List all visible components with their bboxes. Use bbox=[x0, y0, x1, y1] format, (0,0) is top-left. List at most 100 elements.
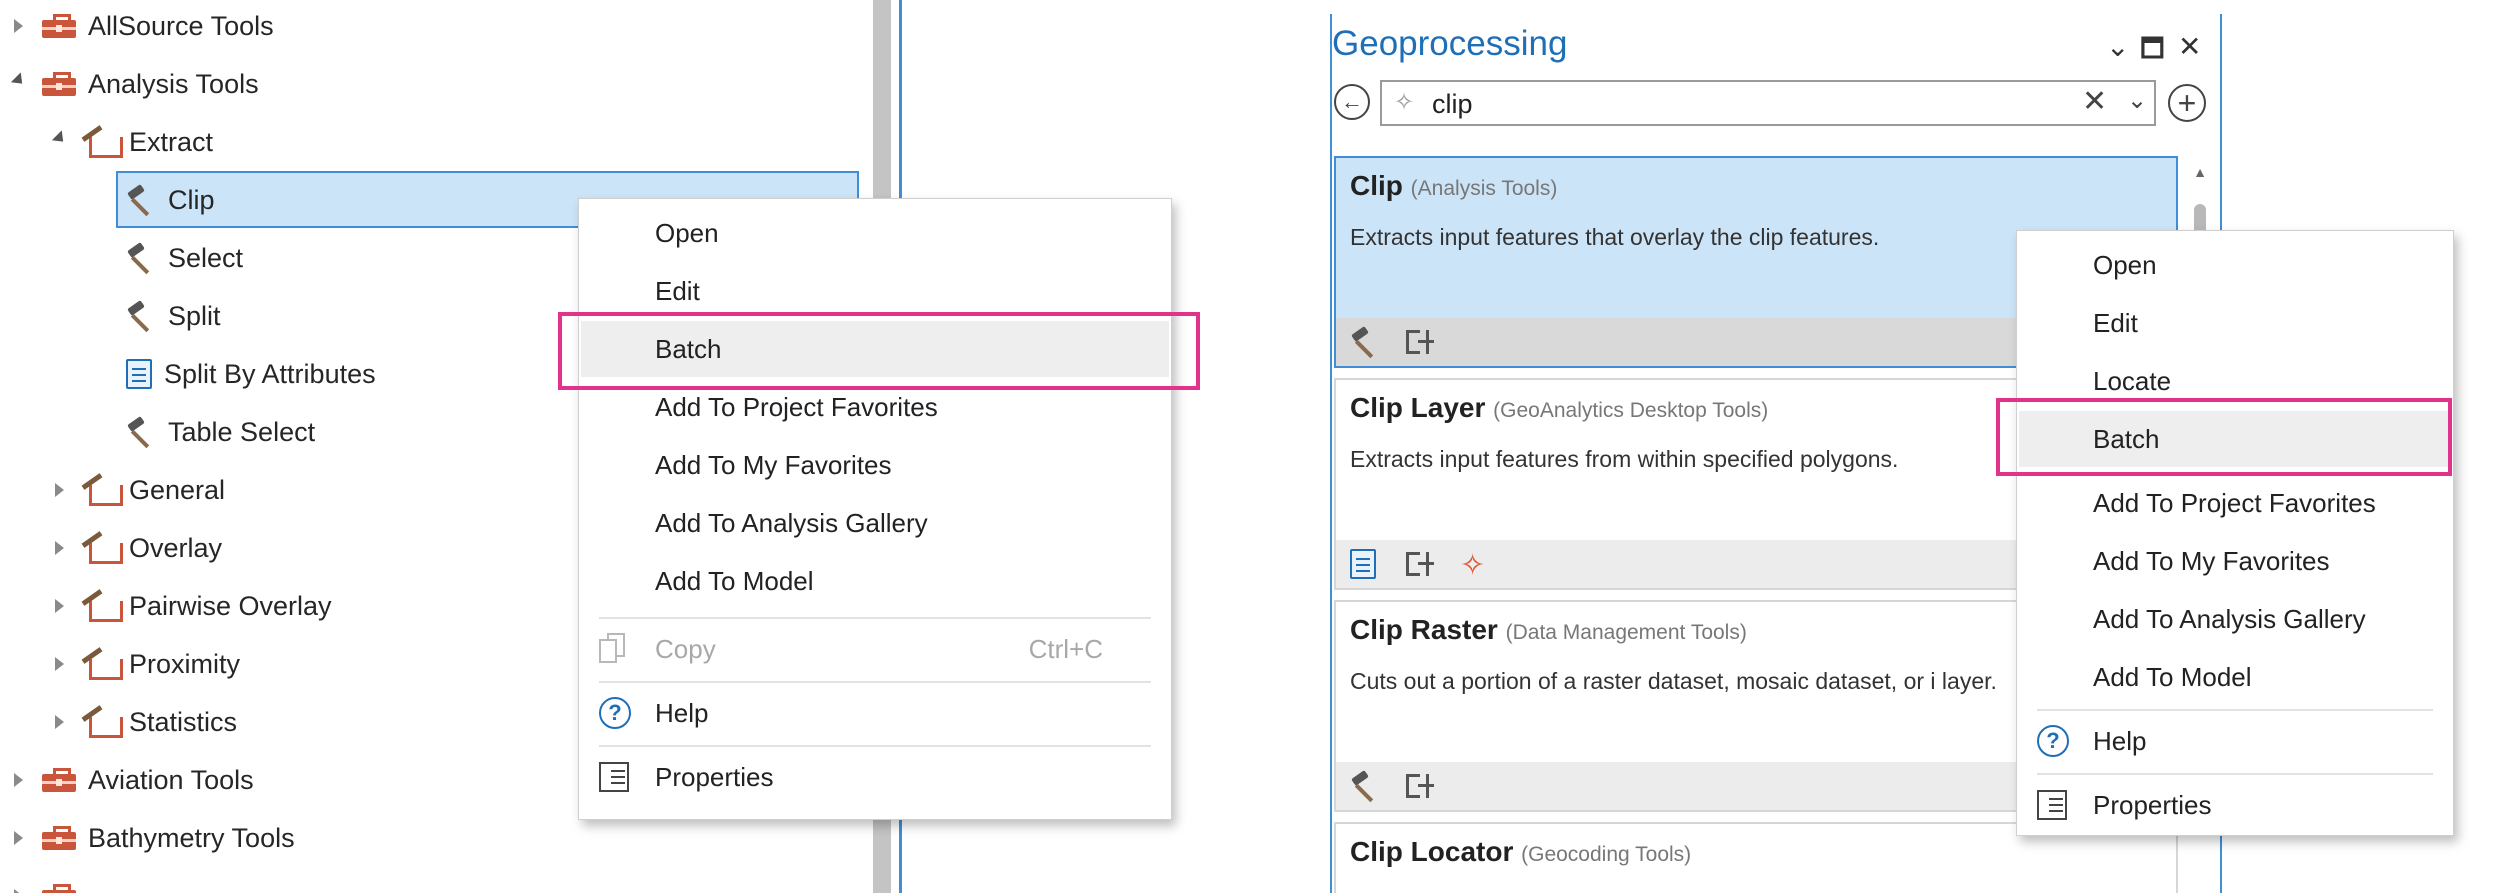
tool-name: Clip Layer bbox=[1350, 392, 1486, 423]
menu-item-label: Add To Analysis Gallery bbox=[655, 507, 928, 538]
expand-arrow-icon[interactable] bbox=[14, 831, 23, 845]
tree-item-general[interactable]: General bbox=[55, 462, 225, 518]
search-box[interactable]: ✧ ✕ ⌄ bbox=[1380, 80, 2156, 126]
menu-item-label: Copy bbox=[655, 633, 716, 664]
tree-item-label: Proximity bbox=[129, 648, 241, 679]
pane-title: Geoprocessing bbox=[1332, 24, 1568, 63]
toolbox-icon bbox=[42, 884, 76, 893]
toolbox-name: (GeoAnalytics Desktop Tools) bbox=[1493, 399, 1769, 422]
menu-item-edit[interactable]: Edit bbox=[2017, 295, 2453, 351]
menu-item-open[interactable]: Open bbox=[579, 205, 1171, 261]
tree-item-aviation-tools[interactable]: Aviation Tools bbox=[14, 752, 254, 808]
tree-item-select[interactable]: Select bbox=[126, 230, 243, 286]
expand-arrow-icon[interactable] bbox=[14, 773, 23, 787]
tree-item-label: Extract bbox=[129, 126, 214, 157]
menu-item-add-to-my-favorites[interactable]: Add To My Favorites bbox=[2017, 533, 2453, 589]
expand-arrow-icon[interactable] bbox=[55, 483, 64, 497]
expand-arrow-icon[interactable] bbox=[55, 599, 64, 613]
tree-item-label: Table Select bbox=[168, 416, 316, 447]
clear-icon[interactable]: ✕ bbox=[2082, 84, 2107, 119]
expand-arrow-icon[interactable] bbox=[55, 657, 64, 671]
script-tool-icon bbox=[1350, 549, 1376, 579]
tree-item-label: Pairwise Overlay bbox=[129, 590, 332, 621]
tree-item-split[interactable]: Split bbox=[126, 288, 221, 344]
menu-separator bbox=[599, 681, 1151, 683]
tree-item-split-by-attributes[interactable]: Split By Attributes bbox=[126, 346, 376, 402]
tree-item-clip[interactable]: Clip bbox=[126, 172, 215, 228]
expand-arrow-icon bbox=[14, 889, 23, 893]
hammer-icon bbox=[126, 242, 156, 275]
hammer-icon bbox=[126, 416, 156, 449]
toolset-icon bbox=[81, 705, 123, 738]
result-description: Extracts input features that overlay the… bbox=[1350, 224, 1880, 250]
expand-arrow-icon[interactable] bbox=[55, 541, 64, 555]
menu-item-label: Properties bbox=[2093, 789, 2212, 820]
menu-separator bbox=[2037, 773, 2433, 775]
tree-context-menu: Open Edit Batch Add To Project Favorites… bbox=[578, 198, 1172, 820]
tree-item-label: Clip bbox=[168, 184, 215, 215]
menu-item-label: Open bbox=[2093, 249, 2157, 280]
menu-item-label: Add To Project Favorites bbox=[655, 391, 938, 422]
tree-item-allsource-tools[interactable]: AllSource Tools bbox=[14, 0, 274, 54]
expand-arrow-icon[interactable] bbox=[55, 715, 64, 729]
pane-menu-icon[interactable]: ⌄ bbox=[2106, 30, 2129, 63]
menu-separator bbox=[599, 617, 1151, 619]
menu-item-add-to-project-favorites[interactable]: Add To Project Favorites bbox=[2017, 475, 2453, 531]
menu-item-label: Add To Analysis Gallery bbox=[2093, 603, 2366, 634]
menu-item-help[interactable]: ? Help bbox=[579, 685, 1171, 741]
batch-highlight-outline bbox=[558, 312, 1200, 390]
menu-item-properties[interactable]: Properties bbox=[579, 749, 1171, 805]
menu-separator bbox=[599, 745, 1151, 747]
tree-item-analysis-tools[interactable]: Analysis Tools bbox=[10, 56, 259, 112]
batch-highlight-outline bbox=[1996, 398, 2452, 476]
tool-name: Clip Locator bbox=[1350, 836, 1514, 867]
collapse-arrow-icon[interactable] bbox=[51, 130, 69, 147]
model-builder-icon[interactable] bbox=[1406, 328, 1436, 356]
menu-item-properties[interactable]: Properties bbox=[2017, 777, 2453, 833]
toolbox-name: (Analysis Tools) bbox=[1410, 177, 1558, 200]
menu-item-open[interactable]: Open bbox=[2017, 237, 2453, 293]
hammer-icon bbox=[126, 184, 156, 217]
result-title: Clip Layer (GeoAnalytics Desktop Tools) bbox=[1350, 392, 1768, 424]
collapse-arrow-icon[interactable] bbox=[10, 72, 28, 89]
tree-item-overlay[interactable]: Overlay bbox=[55, 520, 222, 576]
search-input[interactable] bbox=[1430, 86, 2034, 122]
tree-item-extract[interactable]: Extract bbox=[51, 114, 214, 170]
tree-item-label: Aviation Tools bbox=[88, 764, 254, 795]
tree-item-statistics[interactable]: Statistics bbox=[55, 694, 237, 750]
menu-item-help[interactable]: ? Help bbox=[2017, 713, 2453, 769]
scroll-up-arrow-icon[interactable]: ▲ bbox=[2192, 164, 2208, 180]
tree-item-label: Bathymetry Tools bbox=[88, 822, 295, 853]
menu-item-label: Add To My Favorites bbox=[655, 449, 892, 480]
properties-icon bbox=[2037, 790, 2067, 820]
menu-item-copy[interactable]: Copy Ctrl+C bbox=[579, 621, 1171, 677]
menu-item-label: Locate bbox=[2093, 365, 2172, 396]
tree-item-table-select[interactable]: Table Select bbox=[126, 404, 315, 460]
menu-item-label: Add To Model bbox=[2093, 661, 2252, 692]
expand-arrow-icon[interactable] bbox=[14, 19, 23, 33]
menu-item-add-to-analysis-gallery[interactable]: Add To Analysis Gallery bbox=[579, 495, 1171, 551]
menu-item-edit[interactable]: Edit bbox=[579, 263, 1171, 319]
close-icon[interactable]: ✕ bbox=[2178, 30, 2201, 63]
model-builder-icon[interactable] bbox=[1406, 550, 1436, 578]
tree-item-label: Statistics bbox=[129, 706, 238, 737]
chevron-down-icon[interactable]: ⌄ bbox=[2127, 86, 2147, 115]
menu-item-label: Help bbox=[2093, 725, 2147, 756]
toolset-icon bbox=[81, 125, 123, 158]
toolbox-name: (Geocoding Tools) bbox=[1521, 843, 1692, 866]
add-button[interactable]: + bbox=[2168, 84, 2206, 122]
tree-item-bathymetry-tools[interactable]: Bathymetry Tools bbox=[14, 810, 295, 866]
toolbox-icon bbox=[42, 768, 76, 792]
menu-item-label: Properties bbox=[655, 761, 774, 792]
menu-item-add-to-model[interactable]: Add To Model bbox=[2017, 649, 2453, 705]
tree-item-proximity[interactable]: Proximity bbox=[55, 636, 240, 692]
result-title: Clip (Analysis Tools) bbox=[1350, 170, 1557, 202]
menu-item-add-to-analysis-gallery[interactable]: Add To Analysis Gallery bbox=[2017, 591, 2453, 647]
menu-item-add-to-model[interactable]: Add To Model bbox=[579, 553, 1171, 609]
model-builder-icon[interactable] bbox=[1406, 772, 1436, 800]
tree-item-label: AllSource Tools bbox=[88, 10, 274, 41]
back-button[interactable]: ← bbox=[1334, 84, 1370, 120]
tree-item-pairwise-overlay[interactable]: Pairwise Overlay bbox=[55, 578, 332, 634]
maximize-icon[interactable]: 🗖 bbox=[2140, 30, 2165, 74]
menu-item-add-to-my-favorites[interactable]: Add To My Favorites bbox=[579, 437, 1171, 493]
